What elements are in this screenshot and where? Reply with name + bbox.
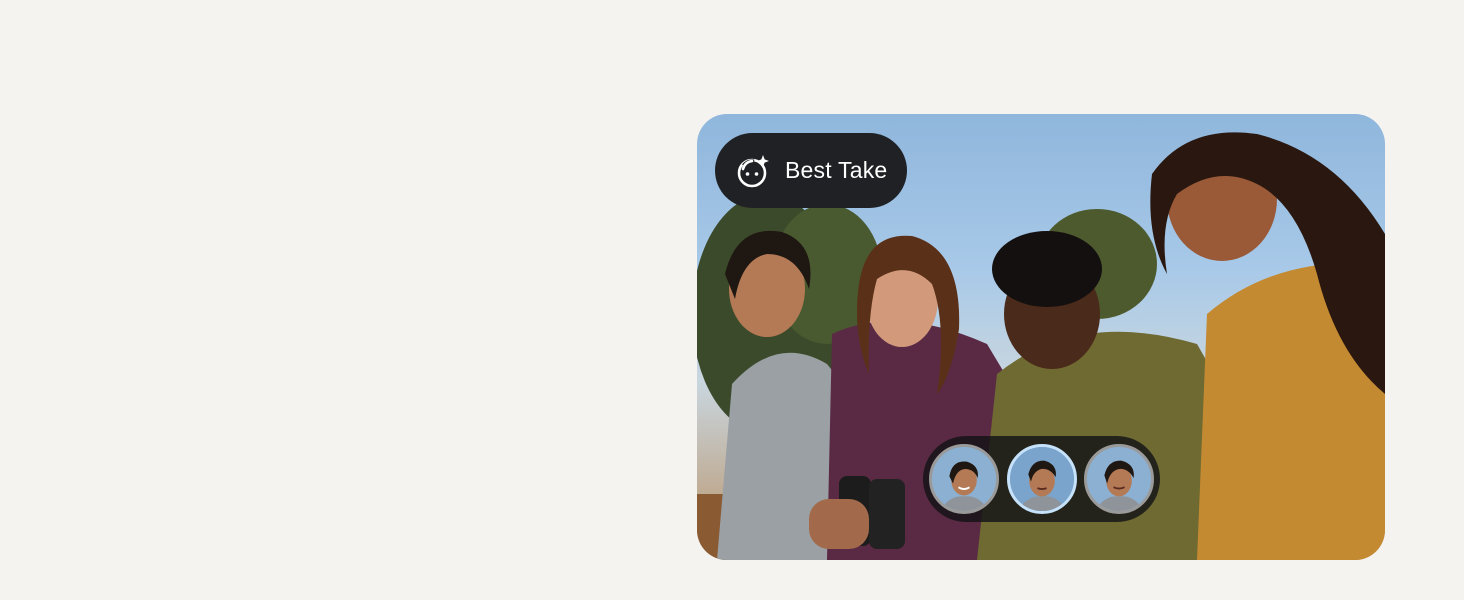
person-3-hair — [992, 231, 1102, 307]
face-thumbnail — [932, 447, 996, 511]
face-option-2[interactable] — [1006, 444, 1077, 514]
page: Best Take — [0, 0, 1464, 600]
face-picker — [923, 436, 1160, 522]
face-sparkle-icon — [737, 154, 769, 187]
group-photo: Best Take — [697, 114, 1385, 560]
best-take-badge[interactable]: Best Take — [715, 133, 907, 208]
hands — [809, 499, 869, 549]
face-thumbnail — [1087, 447, 1151, 511]
binoculars — [869, 479, 905, 549]
face-thumbnail — [1009, 447, 1074, 511]
face-option-3[interactable] — [1084, 444, 1154, 514]
best-take-label: Best Take — [785, 157, 888, 183]
face-option-1[interactable] — [929, 444, 999, 514]
